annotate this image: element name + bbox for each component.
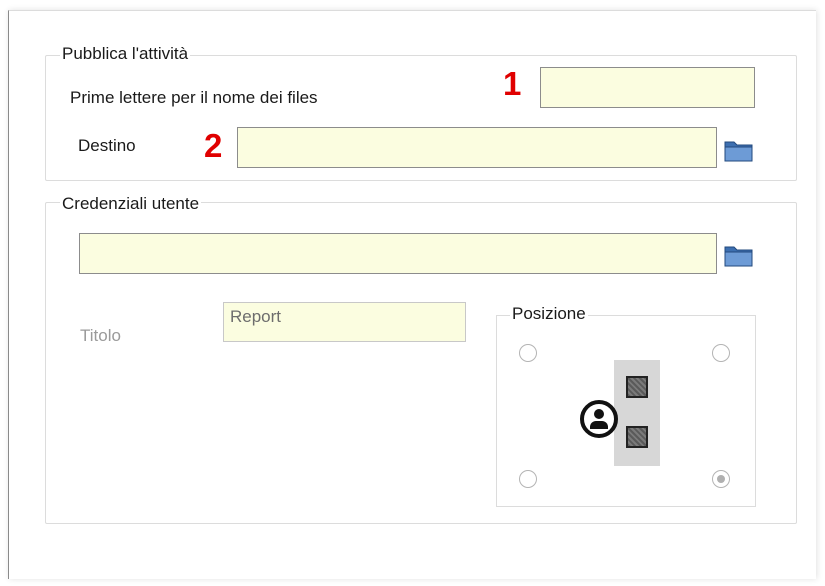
credentials-group-title: Credenziali utente (60, 194, 202, 214)
folder-icon (724, 246, 753, 267)
position-radio-top-left[interactable] (519, 344, 537, 362)
position-radio-bottom-right[interactable] (712, 470, 730, 488)
prefix-label: Prime lettere per il nome dei files (70, 88, 318, 107)
title-input[interactable]: Report (223, 302, 466, 342)
prefix-marker: 1 (503, 65, 522, 102)
position-top-square-icon (626, 376, 648, 398)
folder-icon (724, 141, 753, 162)
destination-marker: 2 (204, 127, 223, 164)
position-radio-top-right[interactable] (712, 344, 730, 362)
user-badge-icon (580, 400, 618, 438)
position-group-title: Posizione (510, 304, 588, 324)
position-bottom-square-icon (626, 426, 648, 448)
user-badge-body-icon (590, 421, 608, 429)
position-radio-bottom-left[interactable] (519, 470, 537, 488)
title-label: Titolo (80, 326, 121, 345)
publish-group-title: Pubblica l'attività (60, 44, 191, 64)
destination-label: Destino (78, 136, 136, 155)
destination-folder-icon[interactable] (724, 137, 754, 163)
credentials-folder-icon[interactable] (724, 242, 754, 268)
destination-input[interactable] (237, 127, 717, 168)
prefix-input[interactable] (540, 67, 755, 108)
user-badge-head-icon (594, 409, 604, 419)
credentials-path-input[interactable] (79, 233, 717, 274)
